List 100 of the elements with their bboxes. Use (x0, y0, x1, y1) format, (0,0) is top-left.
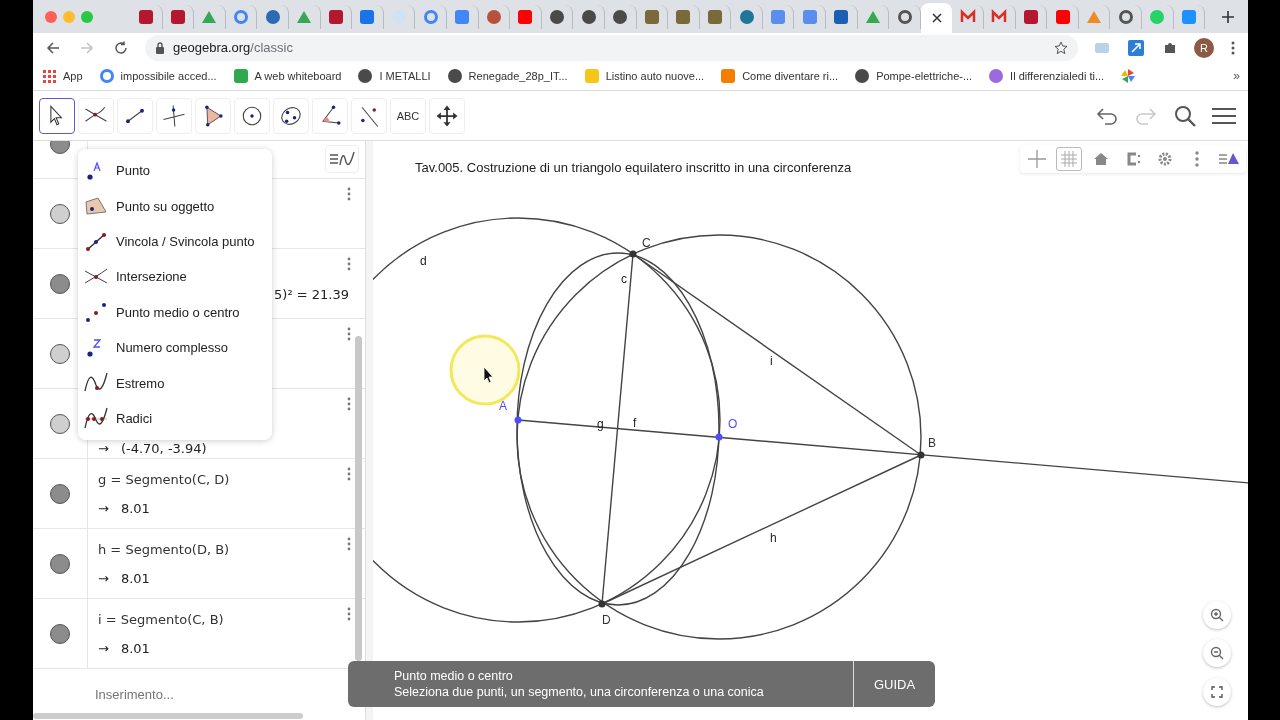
profile-avatar[interactable]: R (1194, 37, 1214, 58)
zoom-out-button[interactable] (1203, 639, 1231, 667)
zoom-in-icon (1210, 608, 1224, 622)
ring-icon (98, 68, 115, 84)
circle-icon (854, 68, 871, 84)
point[interactable] (598, 600, 606, 608)
m-shape-icon (991, 8, 1008, 25)
equation-text: 5)² = 21.39 (274, 287, 349, 302)
fullscreen-button[interactable] (1203, 678, 1231, 706)
menu-icon (1212, 106, 1236, 125)
help-button[interactable]: GUIDA (853, 661, 935, 707)
circle-icon (446, 68, 463, 84)
object-label: f (633, 416, 637, 430)
tool-button[interactable] (39, 97, 75, 134)
circle-icon (549, 8, 565, 25)
menu-item[interactable]: Punto (78, 153, 272, 189)
visibility-toggle[interactable] (50, 274, 70, 294)
more-bookmarks-button[interactable]: » (1233, 69, 1240, 83)
home-icon (1093, 151, 1109, 167)
bookmark[interactable] (1120, 68, 1137, 84)
bookmark[interactable]: A web whiteboard (232, 68, 342, 84)
circle-icon (580, 8, 597, 25)
algebra-view-toggle[interactable] (325, 145, 359, 173)
square-icon (801, 8, 818, 25)
point[interactable] (715, 433, 723, 441)
bookmark[interactable]: Pompe-elettriche-... (854, 68, 973, 84)
grid-icon (41, 68, 57, 84)
minimize-window-dot[interactable] (63, 10, 75, 23)
object-value: → 8.01 (98, 500, 150, 516)
menu-item[interactable]: Punto medio o centro (78, 294, 272, 330)
graphics-title: Tav.005. Costruzione di un triangolo equilatero inscritto in una circonferenza (415, 160, 852, 175)
grid-icon (1060, 150, 1078, 168)
menu-item[interactable]: Numero complesso (78, 329, 272, 366)
menu-item[interactable]: Estremo (78, 365, 272, 401)
visibility-toggle[interactable] (50, 554, 70, 574)
mouse-cursor-icon (483, 366, 494, 384)
square-icon (833, 8, 850, 25)
visibility-toggle[interactable] (50, 204, 70, 224)
bookmark[interactable]: App (41, 68, 83, 84)
input-field[interactable]: Inserimento... (93, 685, 297, 703)
visibility-toggle[interactable] (50, 344, 70, 364)
bookmark[interactable]: impossibile acced... (98, 68, 217, 84)
kebab-icon (347, 537, 351, 551)
square-icon (517, 8, 534, 25)
object-value: → 8.01 (98, 570, 150, 586)
menu-item[interactable]: Intersezione (78, 259, 272, 295)
point[interactable] (629, 250, 637, 258)
visibility-toggle[interactable] (50, 624, 70, 644)
address-bar[interactable]: geogebra.org/classic (145, 34, 1078, 61)
bookmark[interactable]: Il differenzialedi ti... (988, 68, 1105, 84)
panel-splitter[interactable] (366, 141, 373, 720)
left-arrow-icon (46, 40, 60, 55)
search-icon (1174, 104, 1196, 127)
bookmark[interactable]: Come diventare ri... (720, 68, 839, 84)
circle-icon (357, 68, 374, 84)
menu-item[interactable]: Radici (78, 400, 272, 437)
menu-item[interactable]: Punto su oggetto (78, 188, 272, 224)
pinwheel-icon (1120, 68, 1137, 84)
point-label: C (642, 236, 651, 250)
point-label: B (928, 436, 936, 450)
bookmark[interactable]: Renegade_28p_IT... (446, 68, 568, 84)
right-arrow-icon (80, 40, 94, 55)
square-icon (707, 8, 723, 25)
object-value: → (-4.70, -3.94) (98, 441, 207, 456)
point[interactable] (514, 416, 522, 424)
square-icon (1054, 8, 1071, 25)
visibility-toggle[interactable] (50, 484, 70, 504)
maximize-window-dot[interactable] (81, 10, 93, 23)
extension-button[interactable] (1126, 37, 1146, 58)
plus-icon (1221, 9, 1236, 24)
circle-icon (1149, 8, 1166, 25)
point[interactable] (917, 451, 925, 459)
lines-and-triangle-icon (1218, 151, 1240, 167)
circle-icon (988, 68, 1005, 84)
tool-button[interactable]: ABC (390, 97, 426, 134)
scrollbar[interactable] (355, 336, 362, 661)
bookmark[interactable]: Listino auto nuove... (583, 68, 705, 84)
object-label: c (621, 272, 627, 286)
bookmark[interactable]: I METALLI (357, 68, 431, 84)
diagonal-arrow-icon (1128, 39, 1144, 56)
point-label: D (602, 613, 611, 627)
equals-and-curve-icon (329, 150, 355, 168)
ring-icon (233, 8, 250, 25)
fullscreen-icon (1211, 686, 1223, 698)
zoom-out-icon (1210, 646, 1224, 660)
object-label: d (420, 254, 427, 268)
object-definition: i = Segmento(C, B) (98, 611, 224, 627)
square-icon (359, 8, 376, 25)
scrollbar[interactable] (33, 713, 303, 719)
wave-icon (84, 406, 108, 431)
menu-item[interactable]: Vincola / Svincola punto (78, 223, 272, 260)
object-definition: g = Segmento(C, D) (98, 471, 230, 487)
kebab-icon (1195, 151, 1199, 167)
zoom-in-button[interactable] (1203, 601, 1231, 629)
close-window-dot[interactable] (45, 10, 57, 23)
square-icon (720, 68, 737, 84)
star-icon (1054, 40, 1068, 55)
visibility-toggle[interactable] (50, 414, 70, 434)
ring-icon (896, 8, 913, 25)
browser-tab[interactable] (920, 3, 953, 33)
